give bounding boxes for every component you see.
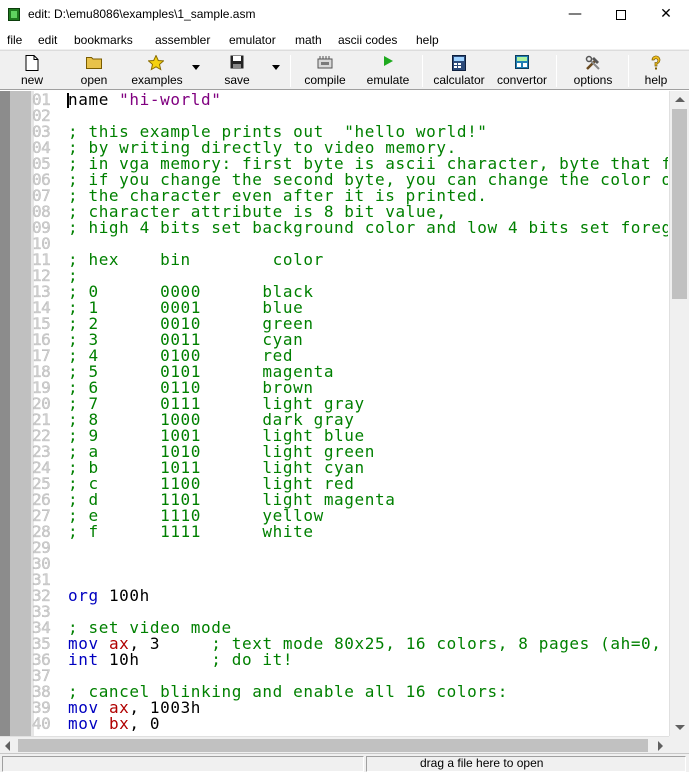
- folder-icon: [86, 55, 102, 71]
- star-icon: [147, 54, 165, 71]
- play-icon: [380, 55, 396, 71]
- toolbar: new open examples save compile emulate c…: [0, 50, 689, 90]
- code-token-kw: mov: [68, 714, 109, 732]
- toolbar-separator: [422, 55, 423, 87]
- emu8086-chip-icon: [8, 8, 20, 21]
- examples-label: examples: [131, 73, 183, 87]
- scroll-left-button[interactable]: [0, 737, 17, 754]
- code-line: ; high 4 bits set background color and l…: [68, 220, 668, 236]
- document-icon: [24, 55, 40, 71]
- code-line: name "hi-world": [68, 92, 668, 108]
- save-dropdown-arrow[interactable]: [272, 65, 280, 70]
- new-label: new: [20, 73, 43, 87]
- vertical-scroll-thumb[interactable]: [672, 109, 687, 299]
- menu-emulator[interactable]: emulator: [229, 33, 276, 47]
- menu-bar: file edit bookmarks assembler emulator m…: [0, 30, 689, 50]
- calculator-icon: [451, 55, 467, 71]
- compile-label: compile: [304, 73, 346, 87]
- code-token-comment: ; high 4 bits set background color and l…: [68, 218, 668, 237]
- code-token-comment: ; hex bin color: [68, 250, 324, 269]
- toolbar-separator: [290, 55, 291, 87]
- emulate-button[interactable]: emulate: [360, 53, 416, 89]
- options-label: options: [573, 73, 613, 87]
- text-caret: [67, 93, 69, 108]
- convertor-label: convertor: [496, 73, 548, 87]
- maximize-icon: [616, 10, 626, 20]
- title-bar: edit: D:\emu8086\examples\1_sample.asm —…: [0, 0, 689, 30]
- code-token-plain: 100h: [108, 586, 150, 605]
- code-token-reg: bx: [108, 714, 130, 732]
- save-label: save: [224, 73, 250, 87]
- question-icon: [648, 55, 664, 71]
- line-numbers: 01 02 03 04 05 06 07 08 09 10 11 12 13 14 15 16 17 18 19 20…: [32, 91, 60, 733]
- maximize-button[interactable]: [598, 0, 644, 30]
- horizontal-scroll-thumb[interactable]: [18, 739, 648, 752]
- minimize-button[interactable]: —: [552, 0, 598, 30]
- scrollbar-corner: [669, 736, 689, 753]
- help-label: help: [644, 73, 668, 87]
- arrow-right-icon: [658, 741, 663, 751]
- status-bar: drag a file here to open: [0, 753, 689, 772]
- menu-math[interactable]: math: [295, 33, 322, 47]
- scroll-up-button[interactable]: [670, 91, 689, 108]
- line-number-gutter: [10, 91, 31, 736]
- arrow-down-icon: [675, 725, 685, 730]
- code-line: ; hex bin color: [68, 252, 668, 268]
- save-button[interactable]: save: [212, 53, 262, 89]
- close-icon: ✕: [660, 6, 672, 22]
- arrow-left-icon: [5, 741, 10, 751]
- menu-file[interactable]: file: [7, 33, 22, 47]
- code-token-plain: 10h: [108, 650, 212, 669]
- calculator-button[interactable]: calculator: [428, 53, 490, 89]
- code-token-str: "hi-world": [119, 92, 222, 109]
- help-button[interactable]: help: [636, 53, 676, 89]
- code-line: ; f 1111 white: [68, 524, 668, 540]
- new-button[interactable]: new: [8, 53, 56, 89]
- breakpoint-margin[interactable]: [0, 91, 10, 736]
- code-area[interactable]: name "hi-world" ; this example prints ou…: [68, 92, 668, 732]
- close-button[interactable]: ✕: [643, 0, 689, 30]
- code-token-comment: ; do it!: [211, 650, 294, 669]
- tools-icon: [585, 55, 601, 71]
- code-token-plain: , 0: [129, 714, 161, 732]
- scroll-right-button[interactable]: [652, 737, 669, 754]
- toolbar-separator: [556, 55, 557, 87]
- menu-ascii-codes[interactable]: ascii codes: [338, 33, 397, 47]
- arrow-up-icon: [675, 97, 685, 102]
- minimize-icon: —: [568, 6, 582, 22]
- vertical-scrollbar[interactable]: [669, 91, 689, 736]
- code-line: org 100h: [68, 588, 668, 604]
- options-button[interactable]: options: [566, 53, 620, 89]
- line-number: 40: [32, 714, 51, 733]
- compile-icon: [317, 55, 333, 71]
- open-label: open: [80, 73, 108, 87]
- code-line: int 10h ; do it!: [68, 652, 668, 668]
- menu-help[interactable]: help: [416, 33, 439, 47]
- examples-dropdown-arrow[interactable]: [192, 65, 200, 70]
- menu-edit[interactable]: edit: [38, 33, 57, 47]
- scroll-down-button[interactable]: [670, 719, 689, 736]
- convertor-icon: [514, 55, 530, 71]
- menu-bookmarks[interactable]: bookmarks: [74, 33, 133, 47]
- toolbar-separator: [628, 55, 629, 87]
- code-editor[interactable]: 01 02 03 04 05 06 07 08 09 10 11 12 13 14 15 16 17 18 19 20…: [0, 91, 689, 736]
- floppy-disk-icon: [229, 55, 245, 71]
- open-button[interactable]: open: [70, 53, 118, 89]
- status-panel-left: [2, 756, 364, 772]
- code-token-comment: ; f 1111 white: [68, 522, 314, 541]
- window-title: edit: D:\emu8086\examples\1_sample.asm: [28, 7, 256, 21]
- calculator-label: calculator: [433, 73, 485, 87]
- menu-assembler[interactable]: assembler: [155, 33, 210, 47]
- convertor-button[interactable]: convertor: [492, 53, 552, 89]
- compile-button[interactable]: compile: [298, 53, 352, 89]
- horizontal-scrollbar[interactable]: [0, 736, 669, 753]
- emulate-label: emulate: [366, 73, 410, 87]
- status-hint: drag a file here to open: [420, 756, 544, 770]
- code-line: mov bx, 0: [68, 716, 668, 732]
- examples-button[interactable]: examples: [126, 53, 188, 89]
